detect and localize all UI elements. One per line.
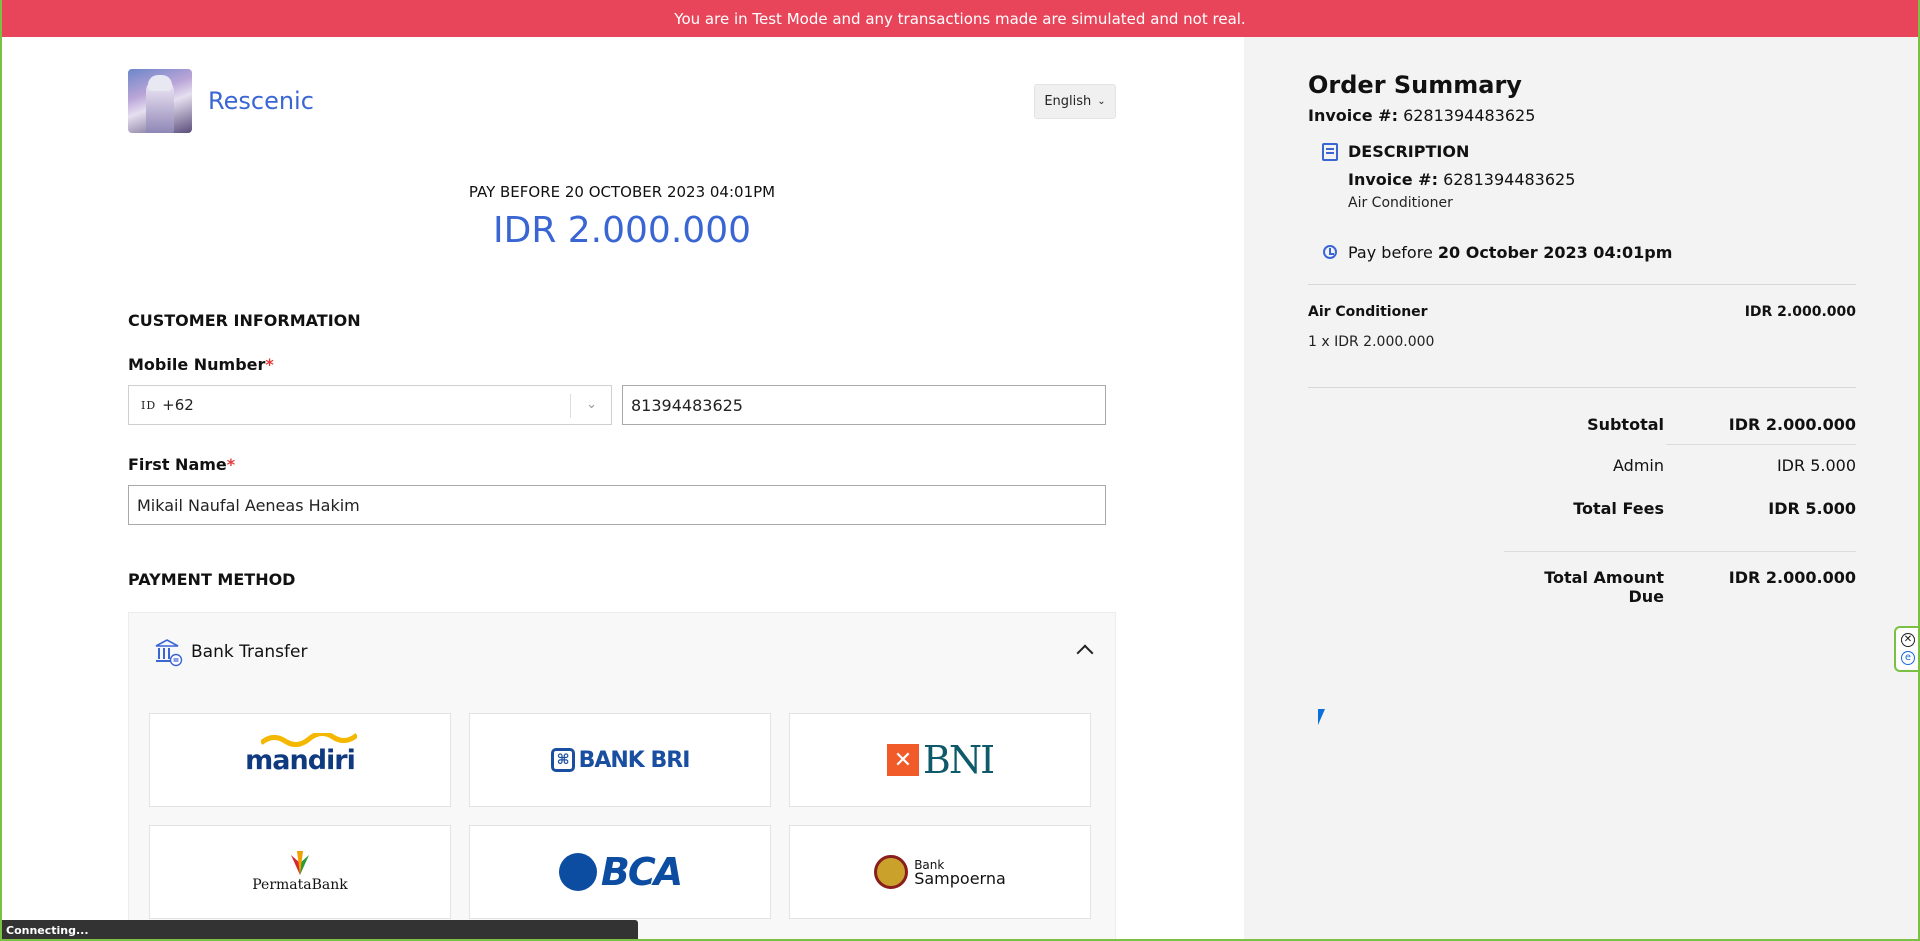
bank-transfer-label: Bank Transfer — [191, 642, 308, 662]
admin-row: Admin IDR 5.000 — [1504, 456, 1856, 488]
bank-option-permata[interactable]: PermataBank — [149, 825, 451, 919]
sampoerna-seal-icon — [874, 855, 909, 889]
bni-logo: ✕ BNI — [886, 738, 995, 782]
merchant-logo — [128, 69, 192, 133]
bank-transfer-panel: Bank Transfer mandiri ⌘ BANK BRI ✕ BNI P… — [128, 612, 1116, 941]
mouse-cursor-icon — [1318, 709, 1332, 725]
subtotal-row: Subtotal IDR 2.000.000 — [1504, 415, 1856, 447]
order-summary-panel: Order Summary Invoice #: 6281394483625 D… — [1244, 37, 1920, 941]
close-icon[interactable]: ✕ — [1901, 633, 1915, 647]
summary-divider — [1308, 387, 1856, 388]
bri-text: BANK BRI — [578, 747, 691, 773]
country-code-select[interactable]: ID +62 ⌄ — [128, 385, 612, 425]
mandiri-text: mandiri — [245, 744, 356, 776]
mandiri-wave-icon — [261, 732, 358, 747]
pay-before-line: Pay before 20 October 2023 04:01pm — [1348, 243, 1672, 262]
language-label: English — [1044, 94, 1092, 109]
mobile-number-value: 81394483625 — [631, 395, 743, 415]
required-mark: * — [265, 355, 274, 374]
total-fees-label: Total Fees — [1573, 499, 1664, 518]
bank-option-bri[interactable]: ⌘ BANK BRI — [469, 713, 771, 807]
pay-before-prefix: Pay before — [1348, 243, 1433, 262]
first-name-label-text: First Name — [128, 455, 227, 474]
bank-option-bca[interactable]: BCA — [469, 825, 771, 919]
bank-option-sampoerna[interactable]: Bank Sampoerna — [789, 825, 1091, 919]
line-item-price: IDR 2.000.000 — [1744, 304, 1856, 320]
first-name-input[interactable]: Mikail Naufal Aeneas Hakim — [128, 485, 1106, 525]
clock-icon — [1323, 245, 1337, 259]
mobile-number-label-text: Mobile Number — [128, 355, 266, 374]
bri-logo: ⌘ BANK BRI — [550, 747, 691, 773]
bank-icon — [153, 637, 183, 667]
permata-leaf-icon — [291, 851, 309, 875]
permata-logo: PermataBank — [252, 851, 348, 893]
first-name-value: Mikail Naufal Aeneas Hakim — [137, 495, 360, 515]
payment-amount: IDR 2.000.000 — [492, 210, 751, 251]
subtotal-value: IDR 2.000.000 — [1728, 415, 1856, 434]
description-invoice-number: 6281394483625 — [1443, 170, 1576, 189]
sampoerna-text-block: Bank Sampoerna — [914, 858, 1006, 887]
language-select[interactable]: English ⌄ — [1034, 84, 1116, 119]
logo-hair — [148, 75, 172, 91]
first-name-label: First Name* — [128, 455, 235, 474]
summary-divider — [1308, 284, 1856, 285]
description-invoice-label: Invoice #: — [1348, 170, 1438, 189]
mandiri-logo: mandiri — [245, 732, 358, 776]
admin-value: IDR 5.000 — [1776, 456, 1856, 475]
merchant-name: Rescenic — [208, 87, 314, 115]
line-item-name: Air Conditioner — [1308, 304, 1428, 320]
description-title: DESCRIPTION — [1348, 142, 1470, 161]
bca-mark-icon — [558, 853, 597, 891]
total-fees-row: Total Fees IDR 5.000 — [1504, 499, 1856, 531]
select-divider — [570, 394, 571, 418]
chevron-down-icon: ⌄ — [586, 397, 597, 412]
chevron-up-icon[interactable] — [1076, 644, 1094, 662]
invoice-label: Invoice #: — [1308, 106, 1398, 125]
customer-information-title: CUSTOMER INFORMATION — [128, 311, 361, 330]
required-mark: * — [226, 455, 236, 474]
row-separator — [1666, 444, 1856, 445]
bni-mark-icon: ✕ — [886, 744, 919, 776]
pay-before-heading: PAY BEFORE 20 OCTOBER 2023 04:01PM — [468, 183, 776, 201]
line-item-quantity: 1 x IDR 2.000.000 — [1308, 334, 1435, 350]
bca-logo: BCA — [558, 850, 683, 894]
total-due-value: IDR 2.000.000 — [1728, 568, 1856, 587]
bri-mark-icon: ⌘ — [550, 748, 575, 772]
total-fees-value: IDR 5.000 — [1768, 499, 1856, 518]
mobile-number-input[interactable]: 81394483625 — [622, 385, 1106, 425]
order-summary-title: Order Summary — [1308, 71, 1522, 99]
description-invoice: Invoice #: 6281394483625 — [1348, 170, 1575, 189]
total-due-label: Total Amount Due — [1544, 568, 1664, 606]
pay-before-date: 20 October 2023 04:01pm — [1437, 243, 1673, 262]
bca-text: BCA — [600, 850, 683, 894]
bank-option-bni[interactable]: ✕ BNI — [789, 713, 1091, 807]
country-flag: ID — [141, 398, 157, 412]
payment-method-title: PAYMENT METHOD — [128, 570, 296, 589]
order-invoice: Invoice #: 6281394483625 — [1308, 106, 1535, 125]
invoice-number: 6281394483625 — [1403, 106, 1536, 125]
test-mode-banner: You are in Test Mode and any transaction… — [0, 0, 1920, 37]
description-icon — [1322, 143, 1338, 161]
bni-text: BNI — [922, 738, 995, 782]
browser-status-bar: Connecting... — [0, 920, 638, 941]
test-mode-text: You are in Test Mode and any transaction… — [674, 9, 1246, 28]
total-separator — [1504, 551, 1856, 552]
permata-text: PermataBank — [252, 877, 348, 893]
floating-extension-widget[interactable]: ✕ e — [1894, 626, 1920, 672]
checkout-main: Rescenic English ⌄ PAY BEFORE 20 OCTOBER… — [0, 37, 1244, 941]
description-item: Air Conditioner — [1348, 195, 1453, 211]
chevron-down-icon: ⌄ — [1097, 96, 1106, 107]
bank-transfer-header[interactable]: Bank Transfer — [153, 637, 307, 667]
admin-label: Admin — [1613, 456, 1664, 475]
mobile-number-label: Mobile Number* — [128, 355, 274, 374]
country-code: +62 — [162, 396, 194, 414]
total-due-row: Total Amount Due IDR 2.000.000 — [1504, 568, 1856, 606]
bank-option-mandiri[interactable]: mandiri — [149, 713, 451, 807]
extension-icon[interactable]: e — [1901, 651, 1915, 665]
sampoerna-text: Sampoerna — [914, 868, 1006, 888]
sampoerna-logo: Bank Sampoerna — [874, 855, 1006, 889]
subtotal-label: Subtotal — [1587, 415, 1664, 434]
